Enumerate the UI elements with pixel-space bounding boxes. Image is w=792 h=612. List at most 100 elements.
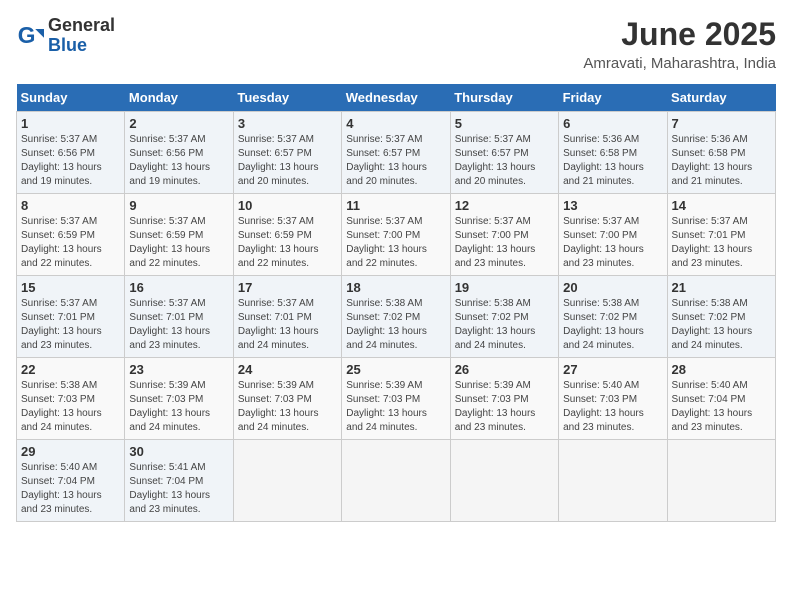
day-header-thursday: Thursday <box>450 84 558 112</box>
calendar-cell: 2 Sunrise: 5:37 AMSunset: 6:56 PMDaylight… <box>125 112 233 194</box>
calendar-cell <box>667 440 775 522</box>
calendar-cell: 26Sunrise: 5:39 AMSunset: 7:03 PMDayligh… <box>450 358 558 440</box>
day-number: 12 <box>455 198 554 213</box>
calendar-cell <box>559 440 667 522</box>
day-number: 4 <box>346 116 445 131</box>
day-info: Sunrise: 5:37 AMSunset: 7:01 PMDaylight:… <box>21 297 120 353</box>
day-info: Sunrise: 5:37 AMSunset: 6:59 PMDaylight:… <box>129 215 228 271</box>
calendar-cell: 9Sunrise: 5:37 AMSunset: 6:59 PMDaylight… <box>125 194 233 276</box>
day-info: Sunrise: 5:40 AMSunset: 7:04 PMDaylight:… <box>21 461 120 517</box>
day-number: 24 <box>238 362 337 377</box>
calendar-cell: 5 Sunrise: 5:37 AMSunset: 6:57 PMDaylight… <box>450 112 558 194</box>
day-info: Sunrise: 5:37 AMSunset: 6:59 PMDaylight:… <box>21 215 120 271</box>
day-number: 30 <box>129 444 228 459</box>
day-info: Sunrise: 5:37 AMSunset: 6:56 PMDaylight:… <box>129 133 228 189</box>
day-number: 21 <box>672 280 771 295</box>
calendar-cell: 16 Sunrise: 5:37 AMSunset: 7:01 PMDayligh… <box>125 276 233 358</box>
calendar-cell: 7Sunrise: 5:36 AMSunset: 6:58 PMDaylight… <box>667 112 775 194</box>
day-info: Sunrise: 5:38 AMSunset: 7:02 PMDaylight:… <box>672 297 771 353</box>
calendar-cell: 20 Sunrise: 5:38 AMSunset: 7:02 PMDayligh… <box>559 276 667 358</box>
day-number: 17 <box>238 280 337 295</box>
day-number: 16 <box>129 280 228 295</box>
calendar-cell: 8 Sunrise: 5:37 AMSunset: 6:59 PMDaylight… <box>17 194 125 276</box>
day-number: 29 <box>21 444 120 459</box>
day-info: Sunrise: 5:39 AMSunset: 7:03 PMDaylight:… <box>455 379 554 435</box>
calendar-cell: 6 Sunrise: 5:36 AMSunset: 6:58 PMDaylight… <box>559 112 667 194</box>
day-info: Sunrise: 5:40 AMSunset: 7:03 PMDaylight:… <box>563 379 662 435</box>
day-header-tuesday: Tuesday <box>233 84 341 112</box>
day-info: Sunrise: 5:41 AMSunset: 7:04 PMDaylight:… <box>129 461 228 517</box>
logo: G General Blue <box>16 16 115 56</box>
logo-icon: G <box>16 22 44 50</box>
calendar-cell: 10 Sunrise: 5:37 AMSunset: 6:59 PMDayligh… <box>233 194 341 276</box>
day-number: 6 <box>563 116 662 131</box>
calendar-row-3: 15Sunrise: 5:37 AMSunset: 7:01 PMDayligh… <box>17 276 776 358</box>
day-info: Sunrise: 5:37 AMSunset: 7:01 PMDaylight:… <box>129 297 228 353</box>
calendar-cell: 19Sunrise: 5:38 AMSunset: 7:02 PMDayligh… <box>450 276 558 358</box>
day-info: Sunrise: 5:37 AMSunset: 6:57 PMDaylight:… <box>238 133 337 189</box>
day-number: 19 <box>455 280 554 295</box>
day-number: 1 <box>21 116 120 131</box>
calendar-cell: 1 Sunrise: 5:37 AMSunset: 6:56 PMDaylight… <box>17 112 125 194</box>
day-info: Sunrise: 5:39 AMSunset: 7:03 PMDaylight:… <box>238 379 337 435</box>
day-number: 10 <box>238 198 337 213</box>
day-number: 20 <box>563 280 662 295</box>
day-header-friday: Friday <box>559 84 667 112</box>
day-info: Sunrise: 5:37 AMSunset: 7:00 PMDaylight:… <box>563 215 662 271</box>
calendar-cell: 27 Sunrise: 5:40 AMSunset: 7:03 PMDayligh… <box>559 358 667 440</box>
calendar-row-2: 8 Sunrise: 5:37 AMSunset: 6:59 PMDaylight… <box>17 194 776 276</box>
calendar-cell: 22Sunrise: 5:38 AMSunset: 7:03 PMDayligh… <box>17 358 125 440</box>
calendar-cell: 11 Sunrise: 5:37 AMSunset: 7:00 PMDayligh… <box>342 194 450 276</box>
day-number: 25 <box>346 362 445 377</box>
title-area: June 2025 Amravati, Maharashtra, India <box>583 16 776 72</box>
day-number: 13 <box>563 198 662 213</box>
day-info: Sunrise: 5:38 AMSunset: 7:02 PMDaylight:… <box>563 297 662 353</box>
day-info: Sunrise: 5:37 AMSunset: 6:57 PMDaylight:… <box>455 133 554 189</box>
day-number: 14 <box>672 198 771 213</box>
calendar-cell: 14Sunrise: 5:37 AMSunset: 7:01 PMDayligh… <box>667 194 775 276</box>
day-info: Sunrise: 5:37 AMSunset: 6:57 PMDaylight:… <box>346 133 445 189</box>
calendar-row-1: 1 Sunrise: 5:37 AMSunset: 6:56 PMDaylight… <box>17 112 776 194</box>
calendar-cell: 23 Sunrise: 5:39 AMSunset: 7:03 PMDayligh… <box>125 358 233 440</box>
calendar-row-5: 29 Sunrise: 5:40 AMSunset: 7:04 PMDayligh… <box>17 440 776 522</box>
day-number: 11 <box>346 198 445 213</box>
day-number: 27 <box>563 362 662 377</box>
calendar-cell: 17 Sunrise: 5:37 AMSunset: 7:01 PMDayligh… <box>233 276 341 358</box>
day-info: Sunrise: 5:38 AMSunset: 7:02 PMDaylight:… <box>346 297 445 353</box>
calendar-cell: 12 Sunrise: 5:37 AMSunset: 7:00 PMDayligh… <box>450 194 558 276</box>
day-number: 5 <box>455 116 554 131</box>
day-info: Sunrise: 5:37 AMSunset: 6:59 PMDaylight:… <box>238 215 337 271</box>
calendar-title: June 2025 <box>583 16 776 53</box>
calendar-cell <box>233 440 341 522</box>
calendar-cell: 4 Sunrise: 5:37 AMSunset: 6:57 PMDaylight… <box>342 112 450 194</box>
day-info: Sunrise: 5:39 AMSunset: 7:03 PMDaylight:… <box>129 379 228 435</box>
calendar-cell: 30 Sunrise: 5:41 AMSunset: 7:04 PMDayligh… <box>125 440 233 522</box>
header-row: SundayMondayTuesdayWednesdayThursdayFrid… <box>17 84 776 112</box>
day-number: 8 <box>21 198 120 213</box>
calendar-cell: 24 Sunrise: 5:39 AMSunset: 7:03 PMDayligh… <box>233 358 341 440</box>
calendar-cell: 3Sunrise: 5:37 AMSunset: 6:57 PMDaylight… <box>233 112 341 194</box>
day-header-monday: Monday <box>125 84 233 112</box>
calendar-header: G General Blue June 2025 Amravati, Mahar… <box>16 16 776 72</box>
day-info: Sunrise: 5:37 AMSunset: 6:56 PMDaylight:… <box>21 133 120 189</box>
day-info: Sunrise: 5:36 AMSunset: 6:58 PMDaylight:… <box>563 133 662 189</box>
calendar-cell: 21 Sunrise: 5:38 AMSunset: 7:02 PMDayligh… <box>667 276 775 358</box>
day-info: Sunrise: 5:38 AMSunset: 7:03 PMDaylight:… <box>21 379 120 435</box>
day-info: Sunrise: 5:37 AMSunset: 7:00 PMDaylight:… <box>346 215 445 271</box>
day-header-wednesday: Wednesday <box>342 84 450 112</box>
day-info: Sunrise: 5:36 AMSunset: 6:58 PMDaylight:… <box>672 133 771 189</box>
calendar-cell: 28Sunrise: 5:40 AMSunset: 7:04 PMDayligh… <box>667 358 775 440</box>
calendar-cell <box>342 440 450 522</box>
calendar-table: SundayMondayTuesdayWednesdayThursdayFrid… <box>16 84 776 522</box>
calendar-cell: 18 Sunrise: 5:38 AMSunset: 7:02 PMDayligh… <box>342 276 450 358</box>
day-info: Sunrise: 5:37 AMSunset: 7:00 PMDaylight:… <box>455 215 554 271</box>
day-info: Sunrise: 5:37 AMSunset: 7:01 PMDaylight:… <box>238 297 337 353</box>
calendar-subtitle: Amravati, Maharashtra, India <box>583 55 776 72</box>
day-number: 2 <box>129 116 228 131</box>
day-number: 23 <box>129 362 228 377</box>
day-number: 18 <box>346 280 445 295</box>
calendar-row-4: 22Sunrise: 5:38 AMSunset: 7:03 PMDayligh… <box>17 358 776 440</box>
calendar-cell: 25Sunrise: 5:39 AMSunset: 7:03 PMDayligh… <box>342 358 450 440</box>
calendar-cell: 13 Sunrise: 5:37 AMSunset: 7:00 PMDayligh… <box>559 194 667 276</box>
svg-text:G: G <box>18 22 36 48</box>
